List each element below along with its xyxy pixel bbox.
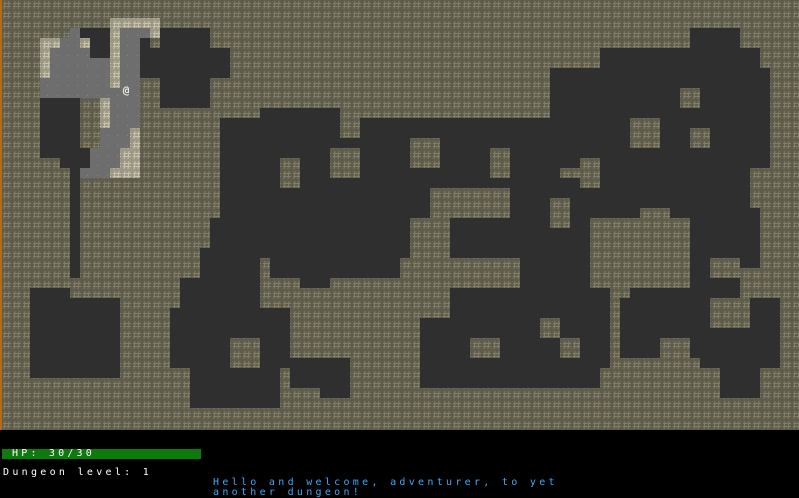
- cave-floor: [60, 148, 90, 168]
- wall-pillar: [680, 88, 700, 108]
- player-character: @: [122, 84, 130, 97]
- cave-floor: [520, 118, 560, 178]
- wall-pillar: [280, 158, 300, 188]
- cave-floor: [140, 38, 150, 48]
- wall-pillar: [710, 298, 750, 328]
- wall-pillar: [410, 218, 450, 268]
- cave-floor: [270, 248, 400, 278]
- wall-pillar: [330, 148, 360, 178]
- lit-floor: [120, 48, 140, 88]
- wall-pillar: [590, 218, 690, 288]
- wall-pillar: [430, 188, 510, 218]
- cave-floor: [230, 258, 260, 278]
- lit-floor: [100, 128, 130, 148]
- cave-floor: [600, 88, 630, 118]
- game-window[interactable]: @ HP: 30/30 Dungeon level: 1 Hello and w…: [0, 0, 799, 498]
- cave-floor: [200, 248, 230, 288]
- wall-pillar: [490, 148, 510, 178]
- hp-text: HP: 30/30: [12, 448, 95, 459]
- lit-floor: [80, 168, 110, 178]
- lit-floor: [90, 148, 120, 168]
- cave-floor: [30, 288, 70, 308]
- wall-pillar: [660, 338, 690, 358]
- cave-floor: [580, 288, 610, 348]
- lit-floor: [40, 78, 100, 98]
- wall-pillar: [550, 198, 570, 228]
- wall-pillar: [410, 138, 440, 168]
- message-log: Hello and welcome, adventurer, to yet an…: [213, 478, 793, 498]
- cave-floor: [720, 358, 760, 398]
- dungeon-map: [2, 0, 799, 430]
- cave-floor: [690, 28, 740, 58]
- dungeon-level-label: Dungeon level: 1: [3, 467, 153, 478]
- wall-pillar: [630, 118, 660, 148]
- wall-pillar: [640, 208, 670, 228]
- cave-floor: [90, 38, 110, 58]
- cave-floor: [210, 58, 230, 78]
- cave-floor: [260, 108, 340, 128]
- message-line: another dungeon!: [213, 487, 363, 498]
- cave-floor: [30, 298, 120, 378]
- wall-pillar: [710, 258, 740, 278]
- wall-pillar: [580, 158, 600, 188]
- wall-pillar: [470, 338, 500, 358]
- wall-pillar: [540, 318, 560, 338]
- wall-pillar: [560, 338, 580, 358]
- lit-floor: [60, 38, 80, 48]
- cave-floor: [50, 98, 80, 108]
- cave-floor: [300, 258, 330, 288]
- wall-pillar: [230, 338, 260, 368]
- wall-pillar: [690, 128, 710, 148]
- cave-floor: [70, 168, 80, 278]
- cave-floor: [320, 378, 350, 398]
